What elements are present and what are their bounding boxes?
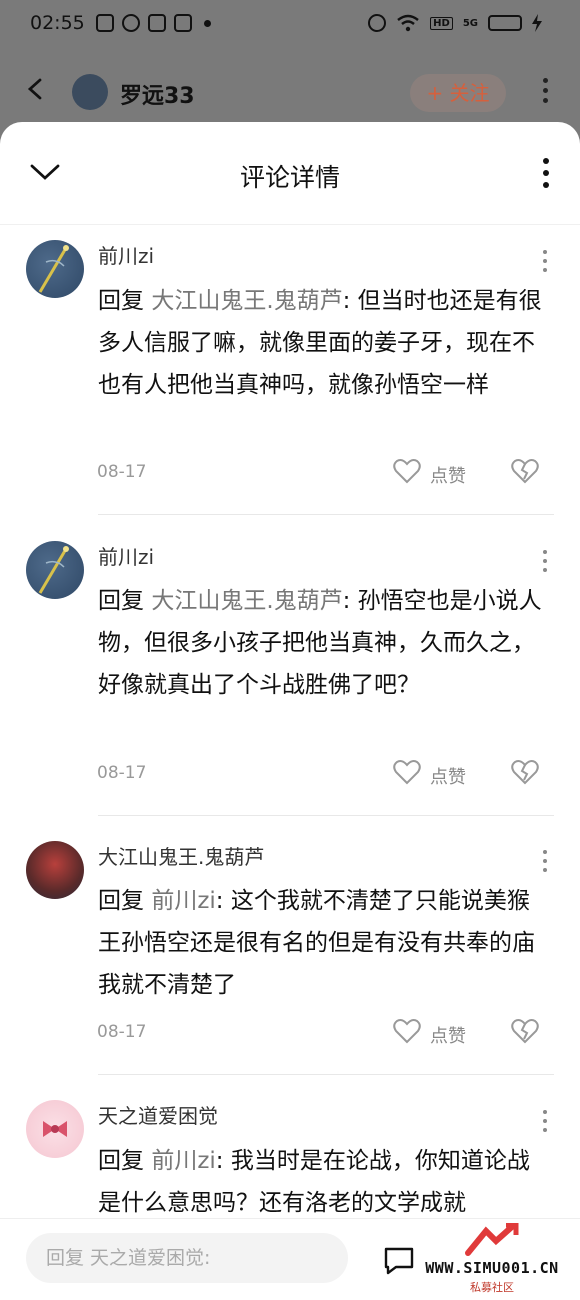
username[interactable]: 前川zi bbox=[98, 541, 154, 570]
broken-heart-icon[interactable] bbox=[511, 759, 539, 785]
avatar[interactable] bbox=[26, 541, 84, 599]
comment-date: 08-17 bbox=[97, 1022, 147, 1042]
watermark-logo bbox=[465, 1223, 519, 1256]
reply-target[interactable]: 大江山鬼王.鬼葫芦 bbox=[151, 588, 342, 614]
heart-icon[interactable] bbox=[393, 759, 421, 785]
comment-detail-sheet: 评论详情 前川zi 回复 大江山鬼王.鬼葫芦: 但当时也还是有很多人信服了嘛，就… bbox=[0, 122, 580, 1299]
heart-icon[interactable] bbox=[393, 1018, 421, 1044]
qq-icon bbox=[122, 14, 140, 32]
comment-body: 回复 大江山鬼王.鬼葫芦: 但当时也还是有很多人信服了嘛，就像里面的姜子牙，现在… bbox=[98, 280, 546, 406]
like-label[interactable]: 点赞 bbox=[430, 763, 466, 789]
author-name[interactable]: 罗远33 bbox=[120, 78, 195, 110]
charging-icon bbox=[532, 14, 542, 32]
avatar[interactable] bbox=[26, 841, 84, 899]
watermark: WWW.SIMU001.CN 私募社区 bbox=[404, 1219, 580, 1300]
sheet-more-icon[interactable] bbox=[541, 158, 551, 192]
avatar[interactable] bbox=[26, 1100, 84, 1158]
heart-icon[interactable] bbox=[393, 458, 421, 484]
divider bbox=[98, 1074, 554, 1075]
broken-heart-icon[interactable] bbox=[511, 1018, 539, 1044]
notification-icons bbox=[96, 14, 211, 32]
top-nav: 罗远33 + 关注 bbox=[0, 56, 580, 126]
divider bbox=[98, 514, 554, 515]
comment-body: 回复 大江山鬼王.鬼葫芦: 孙悟空也是小说人物，但很多小孩子把他当真神，久而久之… bbox=[98, 580, 546, 706]
status-time: 02:55 bbox=[30, 12, 85, 34]
reply-prefix: 回复 bbox=[98, 288, 152, 314]
bottom-bar: WWW.SIMU001.CN 私募社区 bbox=[0, 1218, 580, 1300]
username[interactable]: 大江山鬼王.鬼葫芦 bbox=[98, 841, 264, 870]
reply-prefix: 回复 bbox=[98, 588, 152, 614]
like-label[interactable]: 点赞 bbox=[430, 462, 466, 488]
back-icon[interactable] bbox=[24, 78, 46, 100]
reply-target[interactable]: 前川zi bbox=[151, 1148, 215, 1174]
watermark-url: WWW.SIMU001.CN bbox=[425, 1259, 559, 1277]
browser-icon bbox=[174, 14, 192, 32]
battery-icon bbox=[488, 15, 522, 31]
reply-prefix: 回复 bbox=[98, 1148, 152, 1174]
comment-more-icon[interactable] bbox=[541, 850, 549, 880]
comment-body: 回复 前川zi: 这个我就不清楚了只能说美猴王孙悟空还是很有名的但是有没有共奉的… bbox=[98, 880, 546, 1006]
more-notifications-dot-icon bbox=[204, 19, 211, 27]
baidu-icon bbox=[148, 14, 166, 32]
system-icons: HD 5G bbox=[368, 14, 542, 32]
nav-more-icon[interactable] bbox=[540, 78, 550, 112]
username[interactable]: 前川zi bbox=[98, 240, 154, 269]
follow-button[interactable]: + 关注 bbox=[410, 74, 506, 112]
status-bar: 02:55 HD 5G bbox=[0, 0, 580, 52]
signal-icon: 5G bbox=[462, 17, 478, 29]
reply-target[interactable]: 前川zi bbox=[151, 888, 215, 914]
comment-date: 08-17 bbox=[97, 462, 147, 482]
comment-more-icon[interactable] bbox=[541, 550, 549, 580]
reply-prefix: 回复 bbox=[98, 888, 152, 914]
sheet-title: 评论详情 bbox=[239, 163, 340, 192]
comment-more-icon[interactable] bbox=[541, 1110, 549, 1140]
avatar[interactable] bbox=[26, 240, 84, 298]
comment-more-icon[interactable] bbox=[541, 250, 549, 280]
reply-input[interactable] bbox=[26, 1233, 348, 1283]
like-label[interactable]: 点赞 bbox=[430, 1022, 466, 1048]
broken-heart-icon[interactable] bbox=[511, 458, 539, 484]
comment-body: 回复 前川zi: 我当时是在论战，你知道论战是什么意思吗？还有洛老的文学成就 bbox=[98, 1140, 546, 1224]
hd-badge: HD bbox=[430, 16, 453, 30]
watermark-caption: 私募社区 bbox=[470, 1281, 514, 1294]
username[interactable]: 天之道爱困觉 bbox=[98, 1100, 218, 1129]
alarm-icon bbox=[368, 14, 387, 32]
wifi-icon bbox=[397, 14, 419, 32]
divider bbox=[98, 815, 554, 816]
sheet-header: 评论详情 bbox=[0, 122, 580, 225]
mail-icon bbox=[96, 14, 114, 32]
author-avatar[interactable] bbox=[72, 74, 108, 110]
comment-date: 08-17 bbox=[97, 763, 147, 783]
reply-target[interactable]: 大江山鬼王.鬼葫芦 bbox=[151, 288, 342, 314]
